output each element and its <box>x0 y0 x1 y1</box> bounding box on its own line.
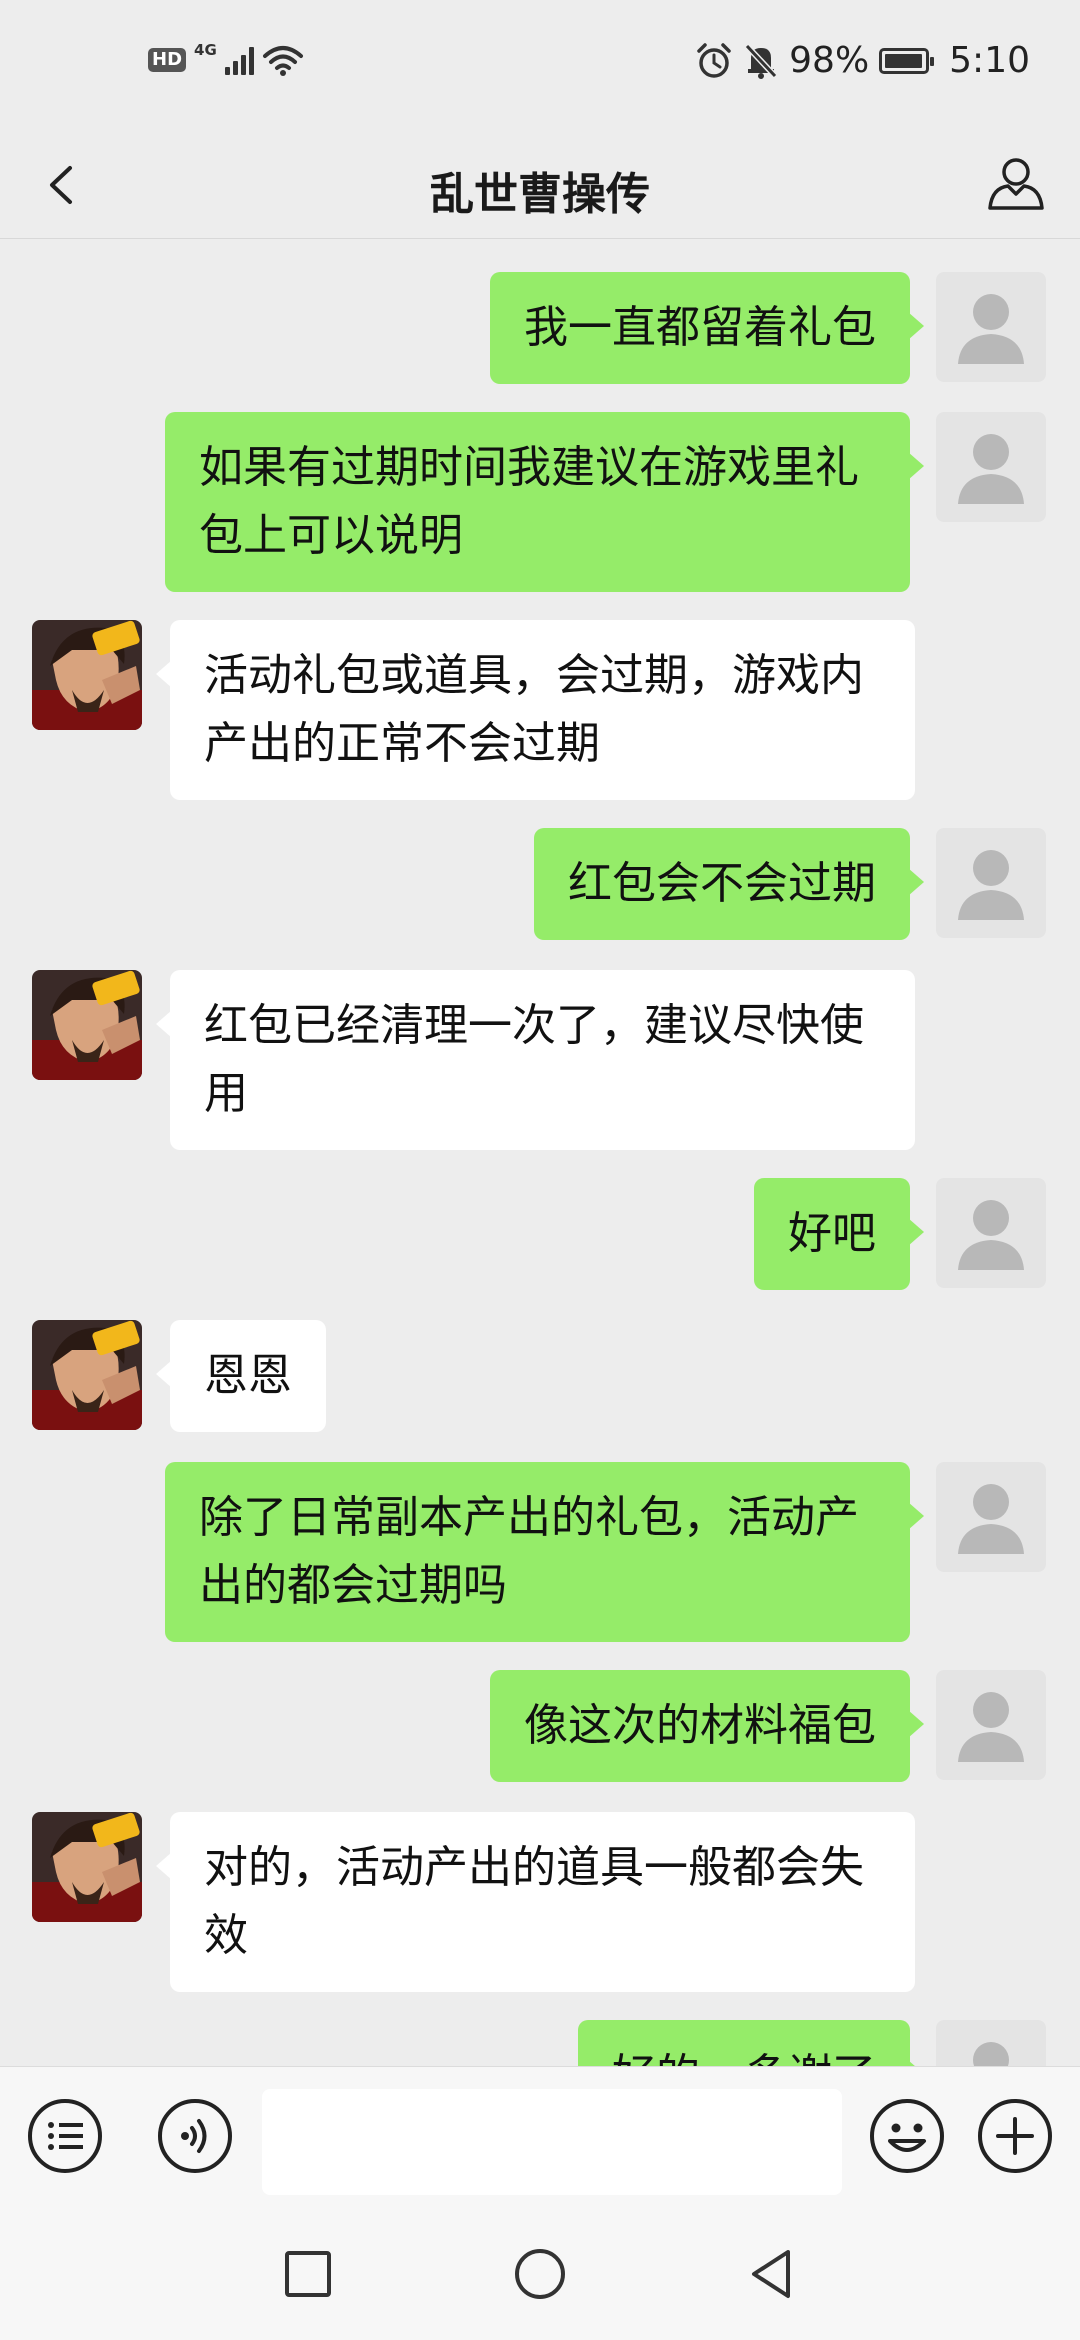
list-menu-icon[interactable] <box>26 2097 104 2175</box>
person-icon[interactable] <box>980 146 1052 218</box>
triangle-back-icon[interactable] <box>742 2244 802 2304</box>
game-avatar[interactable] <box>32 1812 142 1922</box>
battery-icon <box>879 47 935 74</box>
message-input[interactable] <box>262 2089 842 2195</box>
network-indicators: HD 4G <box>148 41 304 76</box>
game-avatar[interactable] <box>32 970 142 1080</box>
message-bubble-outgoing[interactable]: 我一直都留着礼包 <box>490 272 924 384</box>
chat-header: 乱世曹操传 <box>0 130 1080 239</box>
message-bubble-outgoing[interactable]: 像这次的材料福包 <box>490 1670 924 1782</box>
message-bubble-outgoing[interactable]: 好吧 <box>754 1178 924 1290</box>
my-avatar[interactable] <box>936 2020 1046 2066</box>
my-avatar[interactable] <box>936 1462 1046 1572</box>
message-bubble-incoming[interactable]: 恩恩 <box>156 1320 326 1432</box>
mute-bell-icon <box>744 43 778 79</box>
game-avatar[interactable] <box>32 1320 142 1430</box>
message-bubble-outgoing[interactable]: 除了日常副本产出的礼包，活动产出的都会过期吗 <box>165 1462 924 1642</box>
plus-icon[interactable] <box>976 2097 1054 2175</box>
circle-home-icon[interactable] <box>510 2244 570 2304</box>
wifi-icon <box>262 46 303 76</box>
status-bar: HD 4G 98% 5:10 <box>0 0 1080 130</box>
square-recents-icon[interactable] <box>278 2244 338 2304</box>
my-avatar[interactable] <box>936 1178 1046 1288</box>
my-avatar[interactable] <box>936 272 1046 382</box>
network-type: 4G <box>194 41 217 59</box>
my-avatar[interactable] <box>936 828 1046 938</box>
hd-badge: HD <box>148 48 187 72</box>
my-avatar[interactable] <box>936 412 1046 522</box>
message-list[interactable]: 我一直都留着礼包 如果有过期时间我建议在游戏里礼包上可以说明 活动礼包或道具，会… <box>0 240 1080 2066</box>
signal-icon <box>224 45 254 75</box>
smiley-icon[interactable] <box>868 2097 946 2175</box>
system-nav-bar <box>0 2216 1080 2340</box>
chat-title: 乱世曹操传 <box>430 169 650 220</box>
game-avatar[interactable] <box>32 620 142 730</box>
clock: 5:10 <box>949 40 1030 81</box>
message-bubble-incoming[interactable]: 活动礼包或道具，会过期，游戏内产出的正常不会过期 <box>156 620 915 800</box>
message-bubble-incoming[interactable]: 对的，活动产出的道具一般都会失效 <box>156 1812 915 1992</box>
input-bar <box>0 2066 1080 2217</box>
message-bubble-outgoing[interactable]: 如果有过期时间我建议在游戏里礼包上可以说明 <box>165 412 924 592</box>
voice-icon[interactable] <box>156 2097 234 2175</box>
alarm-icon <box>697 42 731 78</box>
message-bubble-incoming[interactable]: 红包已经清理一次了，建议尽快使用 <box>156 970 915 1150</box>
system-indicators: 98% 5:10 <box>695 40 1030 81</box>
message-bubble-outgoing[interactable]: 红包会不会过期 <box>534 828 924 940</box>
battery-percent: 98% <box>789 40 870 81</box>
my-avatar[interactable] <box>936 1670 1046 1780</box>
message-bubble-outgoing[interactable]: 好的，多谢了 <box>578 2020 924 2066</box>
